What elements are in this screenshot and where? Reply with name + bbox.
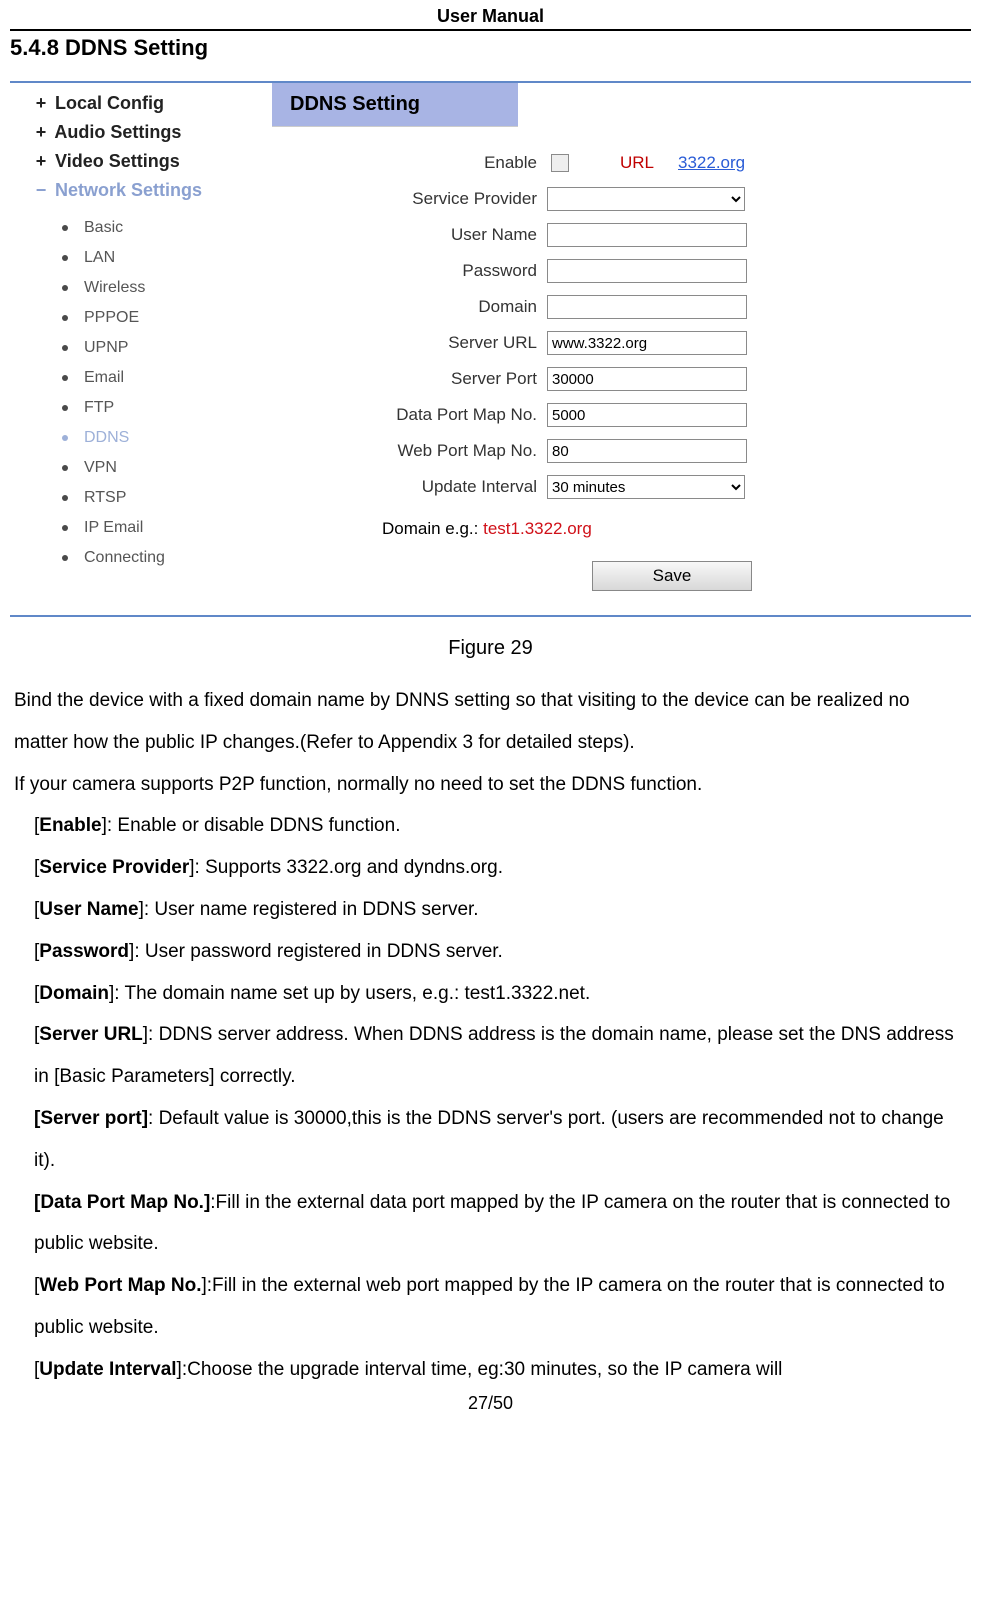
- enable-label: Enable: [312, 153, 547, 173]
- sidebar-group-audio-settings[interactable]: + Audio Settings: [32, 122, 272, 143]
- figure-caption: Figure 29: [10, 637, 971, 660]
- config-sidebar: + Local Config + Audio Settings + Video …: [10, 83, 272, 615]
- domain-example-value: test1.3322.org: [483, 519, 592, 538]
- sidebar-item-label: UPNP: [84, 339, 128, 357]
- figure-29: + Local Config + Audio Settings + Video …: [10, 81, 971, 617]
- password-input[interactable]: [547, 259, 747, 283]
- sidebar-item-wireless[interactable]: Wireless: [62, 273, 272, 303]
- sidebar-item-label: IP Email: [84, 519, 143, 537]
- param-update-interval: [Update Interval]:Choose the upgrade int…: [34, 1349, 967, 1391]
- sidebar-group-label: Audio Settings: [54, 122, 181, 142]
- minus-icon: −: [32, 180, 50, 201]
- bullet-icon: [62, 465, 68, 471]
- sidebar-item-rtsp[interactable]: RTSP: [62, 483, 272, 513]
- sidebar-item-vpn[interactable]: VPN: [62, 453, 272, 483]
- domain-label: Domain: [312, 297, 547, 317]
- panel-title-tab: DDNS Setting: [272, 83, 518, 127]
- plus-icon: +: [32, 151, 50, 172]
- sidebar-item-label: Email: [84, 369, 124, 387]
- web-port-map-input[interactable]: [547, 439, 747, 463]
- bullet-icon: [62, 285, 68, 291]
- plus-icon: +: [32, 93, 50, 114]
- body-text: Bind the device with a fixed domain name…: [10, 680, 971, 1391]
- param-enable: [Enable]: Enable or disable DDNS functio…: [34, 805, 967, 847]
- url-label: URL: [620, 153, 654, 173]
- web-port-map-label: Web Port Map No.: [312, 441, 547, 461]
- sidebar-group-local-config[interactable]: + Local Config: [32, 93, 272, 114]
- page-footer: 27/50: [10, 1391, 971, 1420]
- bullet-icon: [62, 375, 68, 381]
- bullet-icon: [62, 555, 68, 561]
- sidebar-item-label: DDNS: [84, 429, 129, 447]
- param-web-port-map: [Web Port Map No.]:Fill in the external …: [34, 1265, 967, 1349]
- service-provider-select[interactable]: [547, 187, 745, 211]
- param-server-port: [Server port]: Default value is 30000,th…: [34, 1098, 967, 1182]
- sidebar-item-pppoe[interactable]: PPPOE: [62, 303, 272, 333]
- data-port-map-input[interactable]: [547, 403, 747, 427]
- param-server-url: [Server URL]: DDNS server address. When …: [34, 1014, 967, 1098]
- bullet-icon: [62, 255, 68, 261]
- service-provider-label: Service Provider: [312, 189, 547, 209]
- server-url-input[interactable]: [547, 331, 747, 355]
- bullet-icon: [62, 435, 68, 441]
- sidebar-item-label: LAN: [84, 249, 115, 267]
- update-interval-label: Update Interval: [312, 477, 547, 497]
- sidebar-group-label: Network Settings: [55, 180, 202, 200]
- sidebar-item-label: Connecting: [84, 549, 165, 567]
- sidebar-item-label: RTSP: [84, 489, 126, 507]
- bullet-icon: [62, 225, 68, 231]
- sidebar-item-ip-email[interactable]: IP Email: [62, 513, 272, 543]
- domain-example-prefix: Domain e.g.:: [382, 519, 483, 538]
- param-data-port-map: [Data Port Map No.]:Fill in the external…: [34, 1182, 967, 1266]
- paragraph: Bind the device with a fixed domain name…: [14, 680, 967, 764]
- bullet-icon: [62, 315, 68, 321]
- server-url-label: Server URL: [312, 333, 547, 353]
- page-header: User Manual: [10, 0, 971, 31]
- password-label: Password: [312, 261, 547, 281]
- user-name-input[interactable]: [547, 223, 747, 247]
- paragraph: If your camera supports P2P function, no…: [14, 764, 967, 806]
- bullet-icon: [62, 525, 68, 531]
- param-password: [Password]: User password registered in …: [34, 931, 967, 973]
- sidebar-item-lan[interactable]: LAN: [62, 243, 272, 273]
- sidebar-item-label: VPN: [84, 459, 117, 477]
- sidebar-item-label: Wireless: [84, 279, 145, 297]
- section-title: 5.4.8 DDNS Setting: [10, 35, 971, 61]
- param-user-name: [User Name]: User name registered in DDN…: [34, 889, 967, 931]
- sidebar-item-label: PPPOE: [84, 309, 139, 327]
- param-domain: [Domain]: The domain name set up by user…: [34, 973, 967, 1015]
- param-service-provider: [Service Provider]: Supports 3322.org an…: [34, 847, 967, 889]
- sidebar-group-video-settings[interactable]: + Video Settings: [32, 151, 272, 172]
- server-port-input[interactable]: [547, 367, 747, 391]
- bullet-icon: [62, 405, 68, 411]
- enable-checkbox[interactable]: [551, 154, 569, 172]
- sidebar-item-ftp[interactable]: FTP: [62, 393, 272, 423]
- update-interval-select[interactable]: 30 minutes: [547, 475, 745, 499]
- sidebar-group-label: Video Settings: [55, 151, 180, 171]
- save-button[interactable]: Save: [592, 561, 752, 591]
- sidebar-item-label: Basic: [84, 219, 123, 237]
- sidebar-item-upnp[interactable]: UPNP: [62, 333, 272, 363]
- data-port-map-label: Data Port Map No.: [312, 405, 547, 425]
- domain-input[interactable]: [547, 295, 747, 319]
- sidebar-item-email[interactable]: Email: [62, 363, 272, 393]
- user-name-label: User Name: [312, 225, 547, 245]
- bullet-icon: [62, 495, 68, 501]
- url-link[interactable]: 3322.org: [678, 153, 745, 173]
- sidebar-item-basic[interactable]: Basic: [62, 213, 272, 243]
- sidebar-item-ddns[interactable]: DDNS: [62, 423, 272, 453]
- plus-icon: +: [32, 122, 50, 143]
- sidebar-item-connecting[interactable]: Connecting: [62, 543, 272, 573]
- sidebar-group-label: Local Config: [55, 93, 164, 113]
- domain-example: Domain e.g.: test1.3322.org: [382, 519, 971, 539]
- sidebar-group-network-settings[interactable]: − Network Settings: [32, 180, 272, 201]
- sidebar-item-label: FTP: [84, 399, 114, 417]
- bullet-icon: [62, 345, 68, 351]
- server-port-label: Server Port: [312, 369, 547, 389]
